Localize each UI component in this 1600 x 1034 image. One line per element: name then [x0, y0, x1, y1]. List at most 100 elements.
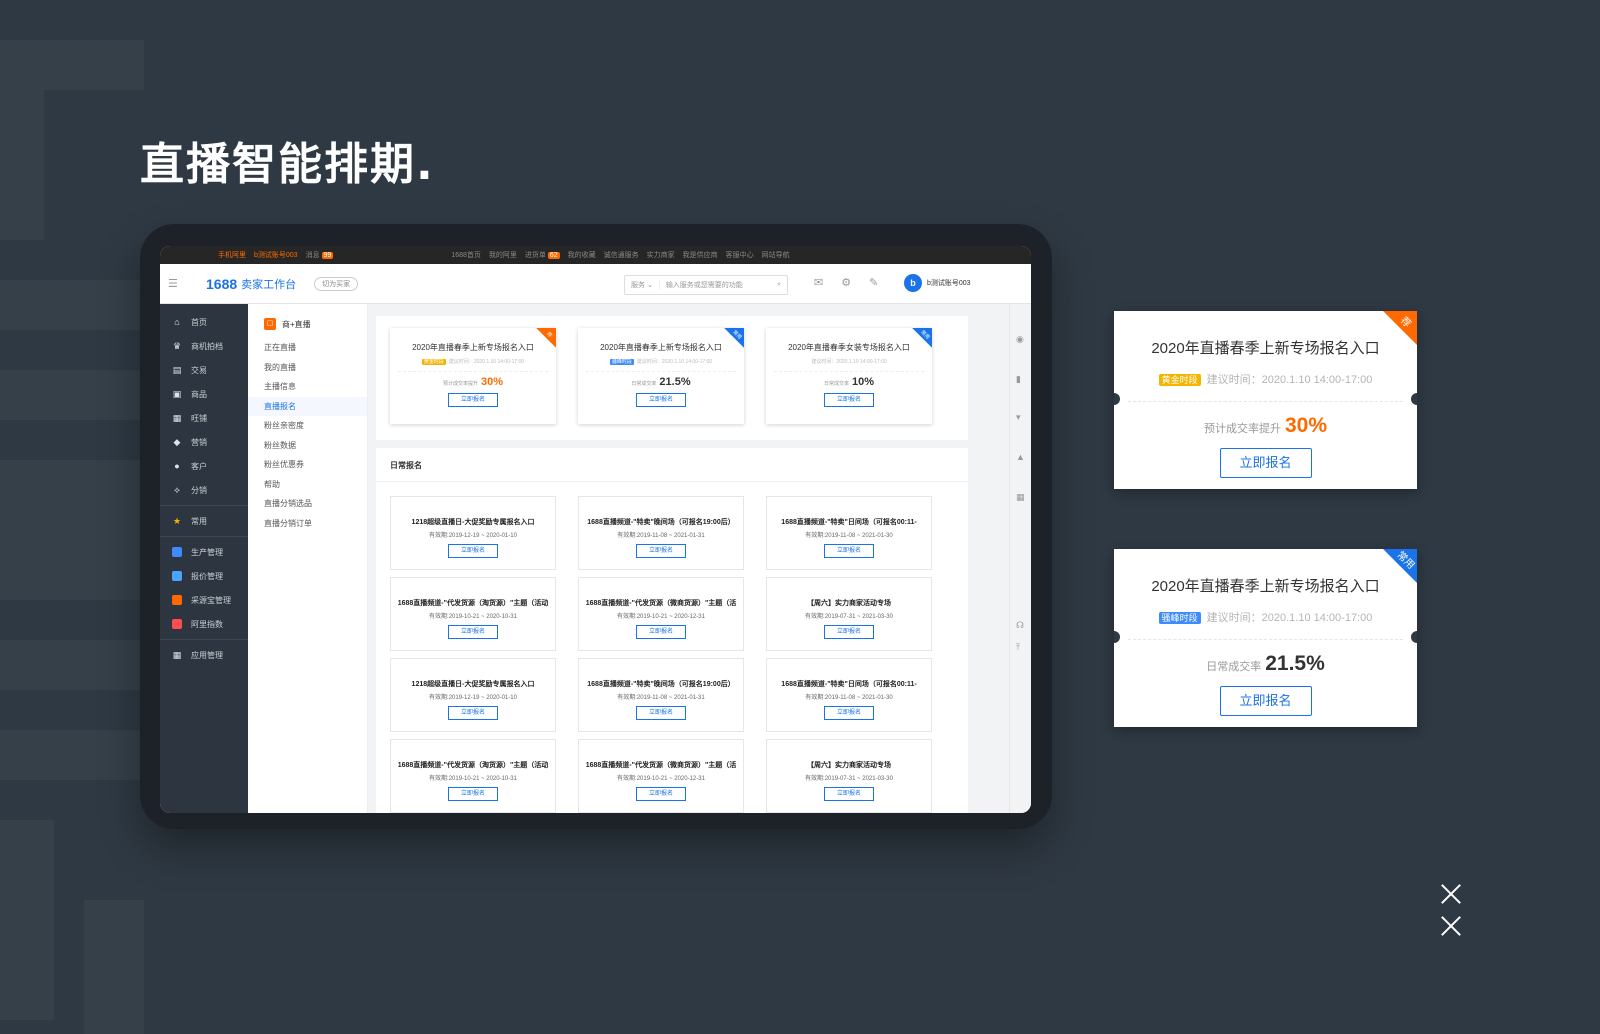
- search-service-select[interactable]: 服务 ⌄: [625, 280, 660, 290]
- nav-item-marketing[interactable]: ◆ 营销: [160, 430, 248, 454]
- subnav-item-live-signup[interactable]: 直播报名: [248, 396, 367, 416]
- subnav-item-anchor-info[interactable]: 主播信息: [248, 377, 367, 397]
- nav-item-common[interactable]: ★ 常用: [160, 509, 248, 533]
- signup-button[interactable]: 立即报名: [636, 625, 686, 639]
- settings-icon[interactable]: ⚙: [841, 276, 851, 289]
- signup-button[interactable]: 立即报名: [636, 393, 686, 407]
- card-title: 1688直播频道-"特卖"日间场（可报名00:11-: [781, 681, 917, 688]
- nav-item-app-manage[interactable]: ▦ 应用管理: [160, 643, 248, 667]
- topbar-link-supplier[interactable]: 我是供应商: [683, 250, 718, 260]
- signup-button[interactable]: 立即报名: [448, 706, 498, 720]
- subnav-item-fan-data[interactable]: 粉丝数据: [248, 436, 367, 456]
- menu-icon[interactable]: ☰: [168, 277, 178, 290]
- card-validity: 有效期:2019-11-08 ~ 2021-01-31: [617, 695, 705, 701]
- topbar-link-trustpass[interactable]: 诚信通服务: [604, 250, 639, 260]
- switch-to-buyer-button[interactable]: 切为买家: [314, 276, 359, 291]
- pin-icon[interactable]: ▾: [1016, 412, 1021, 423]
- subnav-item-my-live[interactable]: 我的直播: [248, 358, 367, 378]
- card-title: 1688直播频道-"代发货源（淘货源）"主题（活动: [397, 762, 549, 769]
- star-icon: ★: [172, 515, 182, 526]
- book-icon[interactable]: ▦: [1016, 492, 1025, 503]
- signup-button[interactable]: 立即报名: [824, 544, 874, 558]
- message-icon[interactable]: ✉: [814, 276, 823, 289]
- service-search[interactable]: 服务 ⌄ 输入服务或您需要的功能 ⌕: [624, 275, 788, 295]
- featured-card: 常用 2020年直播春季上新专场报名入口 骚峰时段 建议时间：2020.1.10 …: [578, 328, 744, 424]
- signup-button[interactable]: 立即报名: [448, 787, 498, 801]
- nav-item-business[interactable]: ♛ 商机拍档: [160, 334, 248, 358]
- compass-icon[interactable]: ◉: [1016, 334, 1024, 345]
- subnav-item-fan-intimacy[interactable]: 粉丝亲密度: [248, 416, 367, 436]
- nav-app-index[interactable]: 阿里指数: [160, 612, 248, 636]
- subnav-item-live-now[interactable]: 正在直播: [248, 338, 367, 358]
- back-to-top-icon[interactable]: ⤒: [1016, 642, 1020, 653]
- card-metric: 预计成交率提升 30%: [1203, 414, 1328, 437]
- daily-section-title: 日常报名: [376, 448, 968, 482]
- edit-icon[interactable]: ✎: [869, 276, 878, 289]
- topbar-link-power-merchant[interactable]: 实力商家: [647, 250, 675, 260]
- nav-app-quote[interactable]: 报价管理: [160, 564, 248, 588]
- nav-item-customers[interactable]: ● 客户: [160, 454, 248, 478]
- featured-card: 荐 2020年直播春季上新专场报名入口 黄金时段 建议时间：2020.1.10 1…: [390, 328, 556, 424]
- bell-icon[interactable]: ▲: [1016, 452, 1025, 462]
- subnav-header: ▢ 商+直播: [248, 304, 367, 338]
- featured-signup-cards: 荐 2020年直播春季上新专场报名入口 黄金时段 建议时间：2020.1.10 1…: [376, 316, 968, 440]
- card-validity: 有效期:2019-10-21 ~ 2020-12-31: [617, 776, 705, 782]
- nav-item-trade[interactable]: ▤ 交易: [160, 358, 248, 382]
- daily-signup-card: 1688直播频道-"特卖"晚间场（可报名19:00后） 有效期:2019-11-0…: [578, 496, 744, 570]
- topbar-link-service[interactable]: 客服中心: [726, 250, 754, 260]
- signup-button[interactable]: 立即报名: [824, 393, 874, 407]
- subnav-item-distribution-select[interactable]: 直播分销选品: [248, 494, 367, 514]
- user-menu[interactable]: b b测试账号003: [904, 274, 971, 292]
- nav-app-caiyuanbao[interactable]: 采源宝管理: [160, 588, 248, 612]
- signup-button[interactable]: 立即报名: [448, 544, 498, 558]
- signup-button[interactable]: 立即报名: [636, 706, 686, 720]
- nav-app-production[interactable]: 生产管理: [160, 540, 248, 564]
- signup-button[interactable]: 立即报名: [636, 544, 686, 558]
- topbar-link-sitemap[interactable]: 网站导航: [762, 250, 790, 260]
- card-validity: 有效期:2019-11-08 ~ 2021-01-30: [805, 695, 893, 701]
- account-link[interactable]: b测试账号003: [254, 250, 298, 260]
- topbar-link-cart[interactable]: 进货单 62: [525, 250, 560, 260]
- card-time: 骚峰时段 建议时间：2020.1.10 14:00-17:00: [1114, 609, 1417, 625]
- card-title: 1688直播频道-"特卖"晚间场（可报名19:00后）: [587, 519, 735, 526]
- signup-button[interactable]: 立即报名: [824, 787, 874, 801]
- subnav-item-distribution-orders[interactable]: 直播分销订单: [248, 514, 367, 534]
- slide-title: 直播智能排期.: [140, 139, 435, 190]
- signup-button[interactable]: 立即报名: [448, 625, 498, 639]
- signup-button[interactable]: 立即报名: [448, 393, 498, 407]
- search-input[interactable]: 输入服务或您需要的功能: [660, 280, 777, 290]
- bookmark-icon[interactable]: ▮: [1016, 374, 1021, 385]
- decorative-close-marks: [1440, 883, 1462, 947]
- left-nav: ⌂ 首页 ♛ 商机拍档 ▤ 交易 ▣ 商品 ▦ 旺铺 ◆ 营销 ● 客户 ⟡ 分销 ★ 常用 生产…: [160, 304, 248, 813]
- daily-signup-section: 日常报名 1218超级直播日-大促奖励专属报名入口 有效期:2019-12-19 …: [376, 448, 968, 813]
- card-title: 2020年直播春季上新专场报名入口: [1151, 340, 1380, 357]
- signup-button[interactable]: 立即报名: [636, 787, 686, 801]
- signup-button[interactable]: 立即报名: [824, 706, 874, 720]
- live-app-icon: ▢: [264, 318, 276, 330]
- subnav-item-fan-coupons[interactable]: 粉丝优惠券: [248, 455, 367, 475]
- signup-button[interactable]: 立即报名: [1219, 686, 1312, 716]
- box-icon: ▣: [172, 388, 182, 399]
- signup-button[interactable]: 立即报名: [1219, 448, 1312, 478]
- topbar-link-favorites[interactable]: 我的收藏: [568, 250, 596, 260]
- search-icon[interactable]: ⌕: [777, 281, 787, 289]
- background-letters-decoration: [0, 40, 154, 1034]
- topbar-link-home[interactable]: 1688首页: [451, 250, 481, 260]
- nav-item-home[interactable]: ⌂ 首页: [160, 310, 248, 334]
- headset-icon[interactable]: ☊: [1016, 620, 1024, 631]
- avatar: b: [904, 274, 922, 292]
- mobile-link[interactable]: 手机阿里: [218, 250, 246, 260]
- nav-item-shop[interactable]: ▦ 旺铺: [160, 406, 248, 430]
- daily-signup-card: 1688直播频道-"特卖"日间场（可报名00:11- 有效期:2019-11-08…: [766, 658, 932, 732]
- subnav-item-help[interactable]: 帮助: [248, 475, 367, 495]
- nav-item-distribution[interactable]: ⟡ 分销: [160, 478, 248, 502]
- messages-link[interactable]: 消息 99: [306, 250, 334, 260]
- card-time: 建议时间：2020.1.10 14:00-17:00: [811, 359, 887, 365]
- signup-button[interactable]: 立即报名: [824, 625, 874, 639]
- nav-item-products[interactable]: ▣ 商品: [160, 382, 248, 406]
- main-content: 荐 2020年直播春季上新专场报名入口 黄金时段 建议时间：2020.1.10 1…: [376, 316, 968, 813]
- logo-subtitle: 卖家工作台: [241, 278, 297, 291]
- topbar-link-my-alibaba[interactable]: 我的阿里: [489, 250, 517, 260]
- card-time: 黄金时段 建议时间：2020.1.10 14:00-17:00: [421, 359, 525, 365]
- logo[interactable]: 1688: [206, 276, 237, 292]
